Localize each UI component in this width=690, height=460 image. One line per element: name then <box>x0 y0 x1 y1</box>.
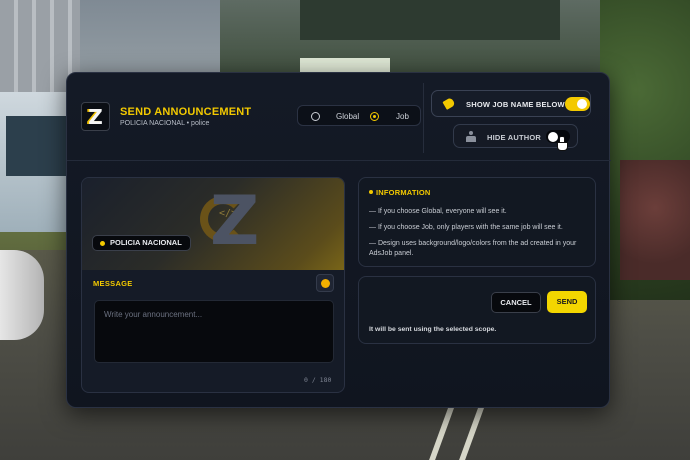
street-sign <box>300 58 390 72</box>
emoji-button[interactable] <box>316 274 334 292</box>
app-logo: Z <box>81 102 110 131</box>
panel-title: SEND ANNOUNCEMENT <box>120 106 252 118</box>
user-icon <box>466 131 476 142</box>
send-button[interactable]: SEND <box>547 291 587 313</box>
bush-right <box>620 160 690 280</box>
radio-global[interactable] <box>311 112 320 121</box>
z-logo-icon: Z <box>88 104 103 129</box>
ad-banner: </> Z POLICIA NACIONAL <box>82 178 344 270</box>
information-card: INFORMATION — If you choose Global, ever… <box>358 177 596 267</box>
panel-header: Z SEND ANNOUNCEMENT POLICIA NACIONAL • p… <box>67 73 611 161</box>
scope-label-global[interactable]: Global <box>336 112 359 121</box>
header-divider <box>423 83 424 153</box>
info-line: — Design uses background/logo/colors fro… <box>369 240 577 257</box>
message-input[interactable] <box>95 301 333 362</box>
scope-note: It will be sent using the selected scope… <box>369 326 497 333</box>
message-input-box <box>94 300 334 363</box>
char-counter: 0 / 180 <box>304 376 332 384</box>
composer-card: </> Z POLICIA NACIONAL MESSAGE 0 / 180 <box>81 177 345 393</box>
information-title: INFORMATION <box>369 188 431 197</box>
show-job-name-switch[interactable] <box>565 97 590 111</box>
banner-z-logo-icon: Z <box>210 182 260 261</box>
message-label: MESSAGE <box>93 279 133 288</box>
cancel-button[interactable]: CANCEL <box>491 292 541 313</box>
radio-job[interactable] <box>370 112 379 121</box>
hide-author-label: HIDE AUTHOR <box>487 133 542 142</box>
panel-subtitle: POLICIA NACIONAL • police <box>120 120 210 127</box>
job-name-badge: POLICIA NACIONAL <box>92 235 191 251</box>
hand-cursor-icon <box>557 136 568 151</box>
show-job-name-label: SHOW JOB NAME BELOW <box>466 100 565 109</box>
show-job-name-toggle-card[interactable]: SHOW JOB NAME BELOW <box>431 90 591 117</box>
announcement-panel: Z SEND ANNOUNCEMENT POLICIA NACIONAL • p… <box>66 72 611 408</box>
actions-card: CANCEL SEND It will be sent using the se… <box>358 276 596 344</box>
info-line: — If you choose Global, everyone will se… <box>369 208 507 215</box>
building-middle-dark <box>300 0 560 40</box>
hide-author-toggle-card[interactable]: HIDE AUTHOR <box>453 124 578 151</box>
parked-car <box>0 250 44 340</box>
scope-selector: Global Job <box>297 105 421 126</box>
info-line: — If you choose Job, only players with t… <box>369 224 563 231</box>
scope-label-job[interactable]: Job <box>396 112 409 121</box>
tag-icon <box>442 97 456 110</box>
tram-window <box>6 116 66 176</box>
